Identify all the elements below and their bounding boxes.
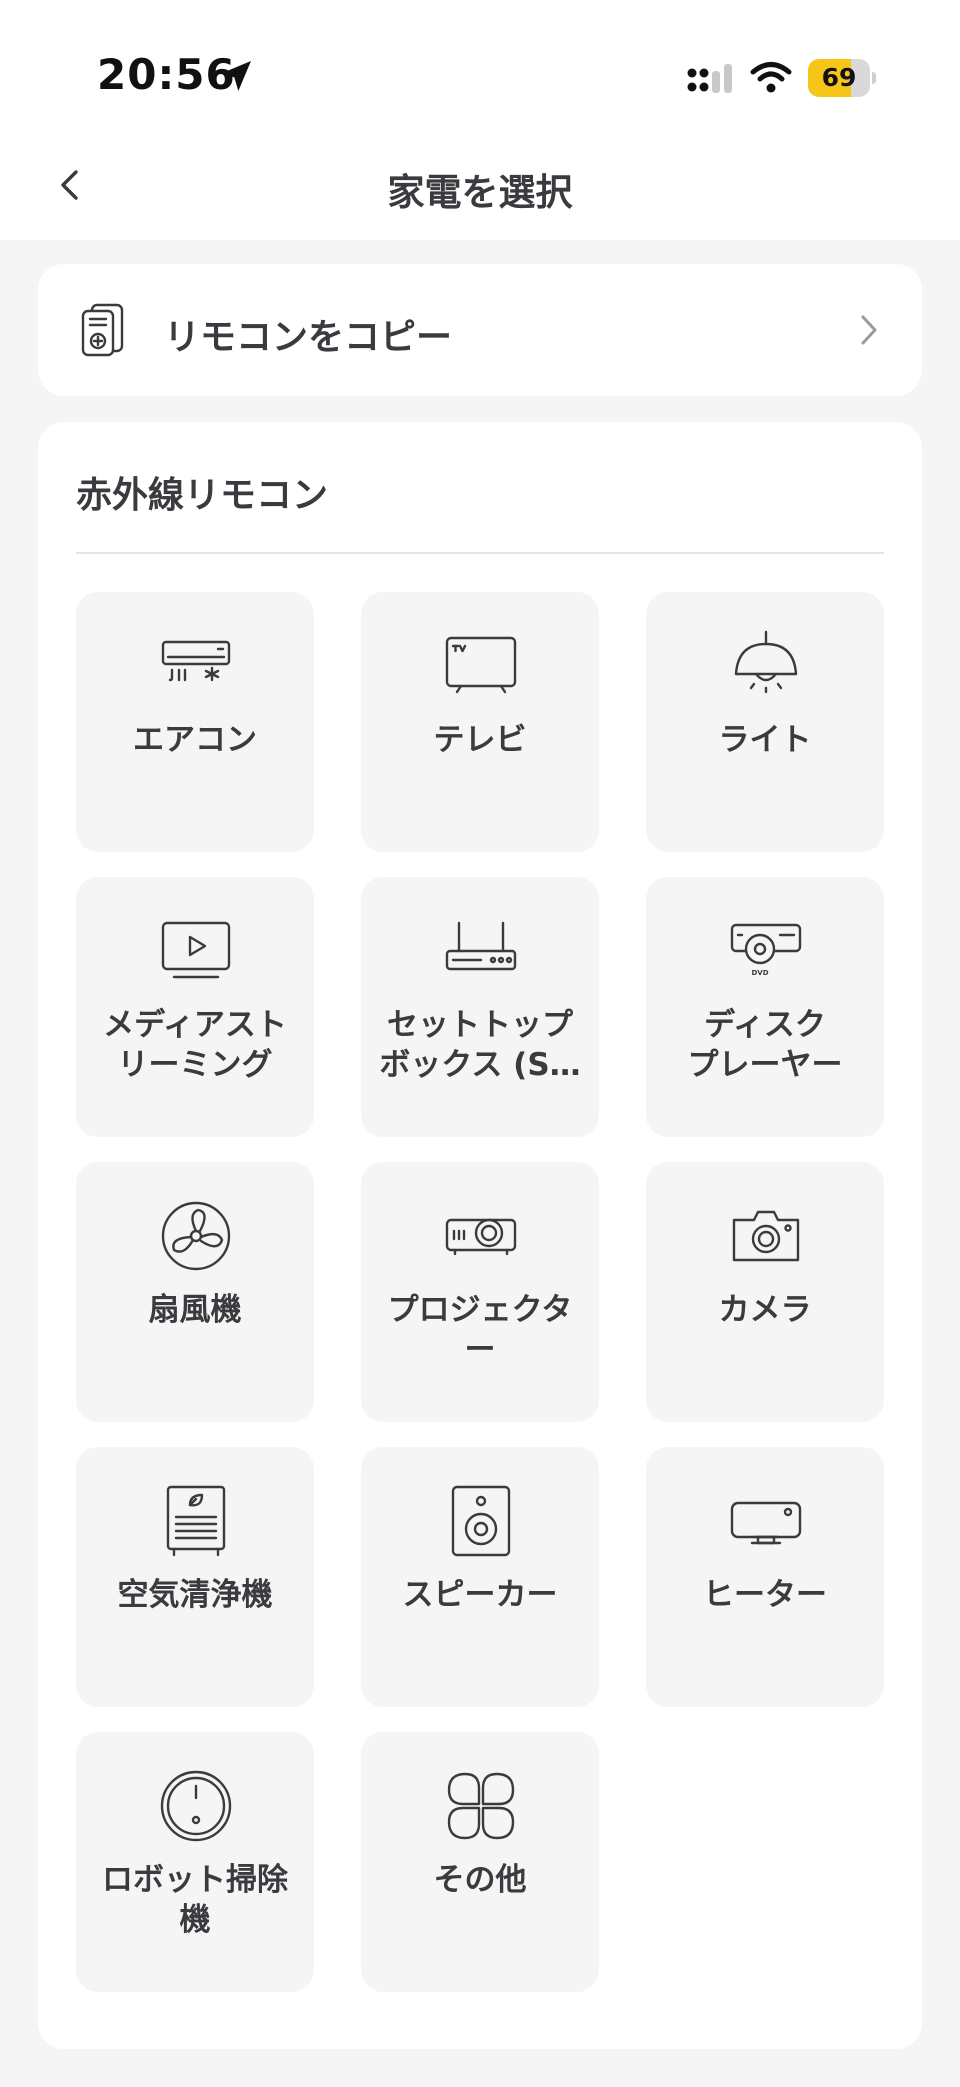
device-tile-light[interactable]: ライト <box>646 592 884 852</box>
speaker-icon <box>451 1485 511 1557</box>
camera-icon <box>732 1210 800 1262</box>
device-tile-camera[interactable]: カメラ <box>646 1162 884 1422</box>
disc-player-icon: DVD <box>730 923 802 977</box>
air-purifier-icon <box>166 1485 226 1557</box>
device-tile-set-top-box[interactable]: セットトップ ボックス (S… <box>361 877 599 1137</box>
device-tile-other[interactable]: その他 <box>361 1732 599 1992</box>
status-time: 20:56 <box>97 50 236 99</box>
device-label: スピーカー <box>402 1577 558 1613</box>
device-tile-air-purifier[interactable]: 空気清浄機 <box>76 1447 314 1707</box>
device-label: ライト <box>718 722 812 758</box>
device-label: その他 <box>433 1862 527 1898</box>
set-top-box-icon <box>445 921 517 971</box>
ir-remote-section: 赤外線リモコン エアコン テレビ ライト メディアスト リーミング セットトップ… <box>38 422 922 2049</box>
device-tile-heater[interactable]: ヒーター <box>646 1447 884 1707</box>
light-icon <box>734 630 798 694</box>
device-label: カメラ <box>718 1292 812 1328</box>
device-label: セットトップ ボックス (S… <box>379 1007 581 1083</box>
air-conditioner-icon <box>161 640 231 682</box>
device-tile-disc-player[interactable]: DVD ディスク プレーヤー <box>646 877 884 1137</box>
heater-icon <box>730 1501 802 1545</box>
device-label: ディスク プレーヤー <box>687 1007 843 1083</box>
device-tile-fan[interactable]: 扇風機 <box>76 1162 314 1422</box>
nav-bar: 家電を選択 <box>0 130 960 240</box>
media-streaming-icon <box>161 921 231 979</box>
device-tile-projector[interactable]: プロジェクタ ー <box>361 1162 599 1422</box>
device-tile-air-conditioner[interactable]: エアコン <box>76 592 314 852</box>
device-label: メディアスト リーミング <box>103 1007 287 1083</box>
device-label: ロボット掃除 機 <box>102 1862 288 1938</box>
device-label: エアコン <box>133 722 257 758</box>
device-label: 空気清浄機 <box>117 1577 273 1613</box>
battery-percent: 69 <box>821 63 857 92</box>
device-tile-speaker[interactable]: スピーカー <box>361 1447 599 1707</box>
location-arrow-icon <box>221 61 251 91</box>
svg-text:DVD: DVD <box>751 969 768 977</box>
chevron-right-icon <box>861 315 877 345</box>
wifi-icon <box>750 62 792 93</box>
status-bar: 20:56 69 <box>0 0 960 130</box>
tv-icon <box>445 636 517 694</box>
section-title: 赤外線リモコン <box>76 475 329 516</box>
page-title: 家電を選択 <box>387 171 573 214</box>
other-icon <box>447 1772 515 1840</box>
device-tile-media-streaming[interactable]: メディアスト リーミング <box>76 877 314 1137</box>
section-divider <box>76 552 884 554</box>
cellular-signal-icon <box>687 64 732 93</box>
device-label: プロジェクタ ー <box>387 1292 573 1368</box>
fan-icon <box>161 1201 231 1271</box>
battery-indicator: 69 <box>808 59 876 97</box>
remote-copy-icon <box>81 303 124 357</box>
device-tile-tv[interactable]: テレビ <box>361 592 599 852</box>
copy-remote-label: リモコンをコピー <box>164 317 453 358</box>
device-label: テレビ <box>433 722 527 758</box>
device-label: 扇風機 <box>148 1292 242 1328</box>
device-label: ヒーター <box>703 1577 827 1613</box>
robot-vacuum-icon <box>160 1770 232 1842</box>
device-tile-robot-vacuum[interactable]: ロボット掃除 機 <box>76 1732 314 1992</box>
copy-remote-button[interactable]: リモコンをコピー <box>38 264 922 396</box>
projector-icon <box>445 1218 517 1256</box>
